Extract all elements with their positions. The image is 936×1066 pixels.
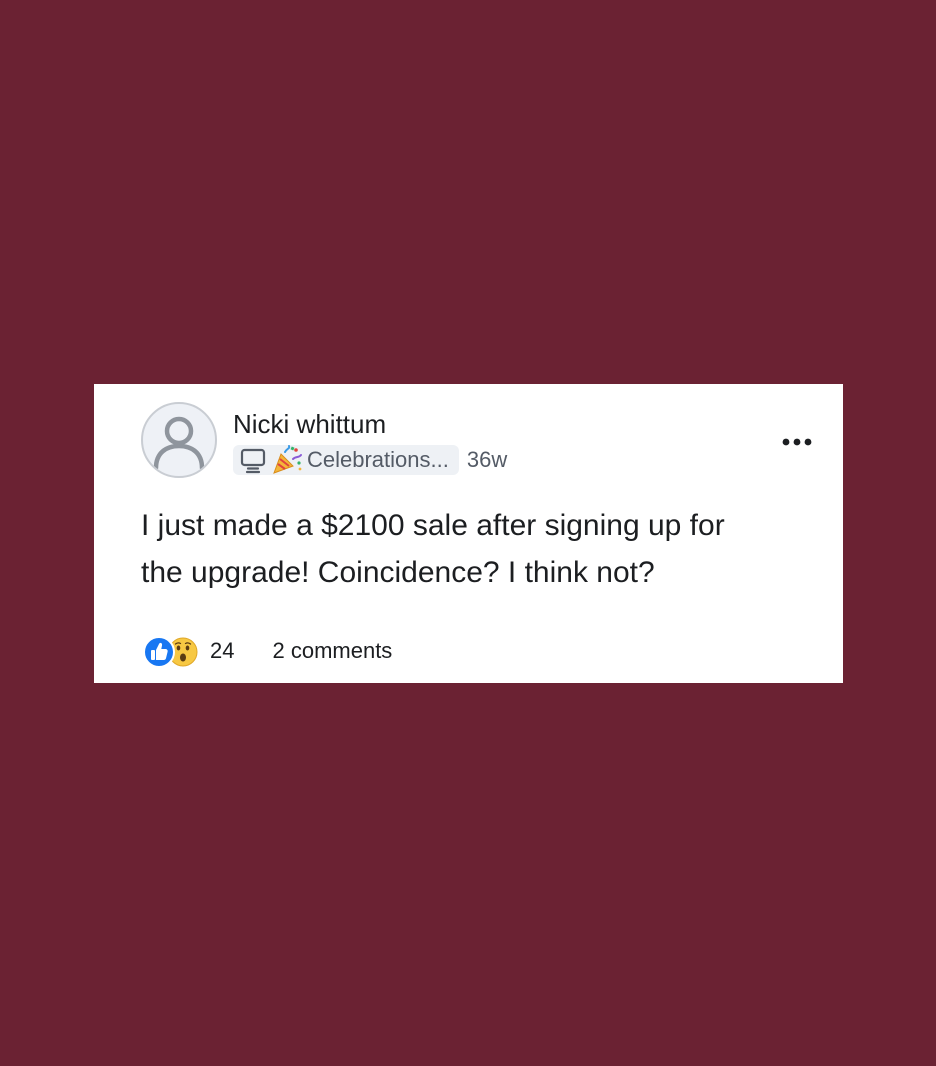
more-options-button[interactable] [779, 432, 815, 452]
like-icon [143, 636, 175, 668]
author-avatar[interactable] [141, 402, 217, 478]
comments-link[interactable]: 2 comments [272, 638, 392, 664]
post-body: I just made a $2100 sale after signing u… [141, 502, 801, 596]
space-chip[interactable]: Celebrations... [233, 445, 459, 475]
reactions-bar: 24 2 comments [143, 634, 392, 668]
space-name: Celebrations... [307, 447, 449, 472]
reaction-count[interactable]: 24 [210, 638, 234, 664]
post-meta: Celebrations... 36w [233, 445, 507, 475]
post-card: Nicki whittum Celebrations... 36w I just… [94, 384, 843, 683]
post-body-line: I just made a $2100 sale after signing u… [141, 509, 725, 542]
computer-monitor-icon [239, 446, 267, 474]
post-timestamp[interactable]: 36w [467, 447, 507, 473]
more-options-icon [782, 438, 812, 446]
reaction-icons[interactable] [143, 635, 199, 668]
author-name[interactable]: Nicki whittum [233, 409, 386, 440]
post-body-line: the upgrade! Coincidence? I think not? [141, 556, 655, 589]
party-popper-icon [271, 445, 303, 475]
default-user-avatar-icon [153, 416, 205, 471]
